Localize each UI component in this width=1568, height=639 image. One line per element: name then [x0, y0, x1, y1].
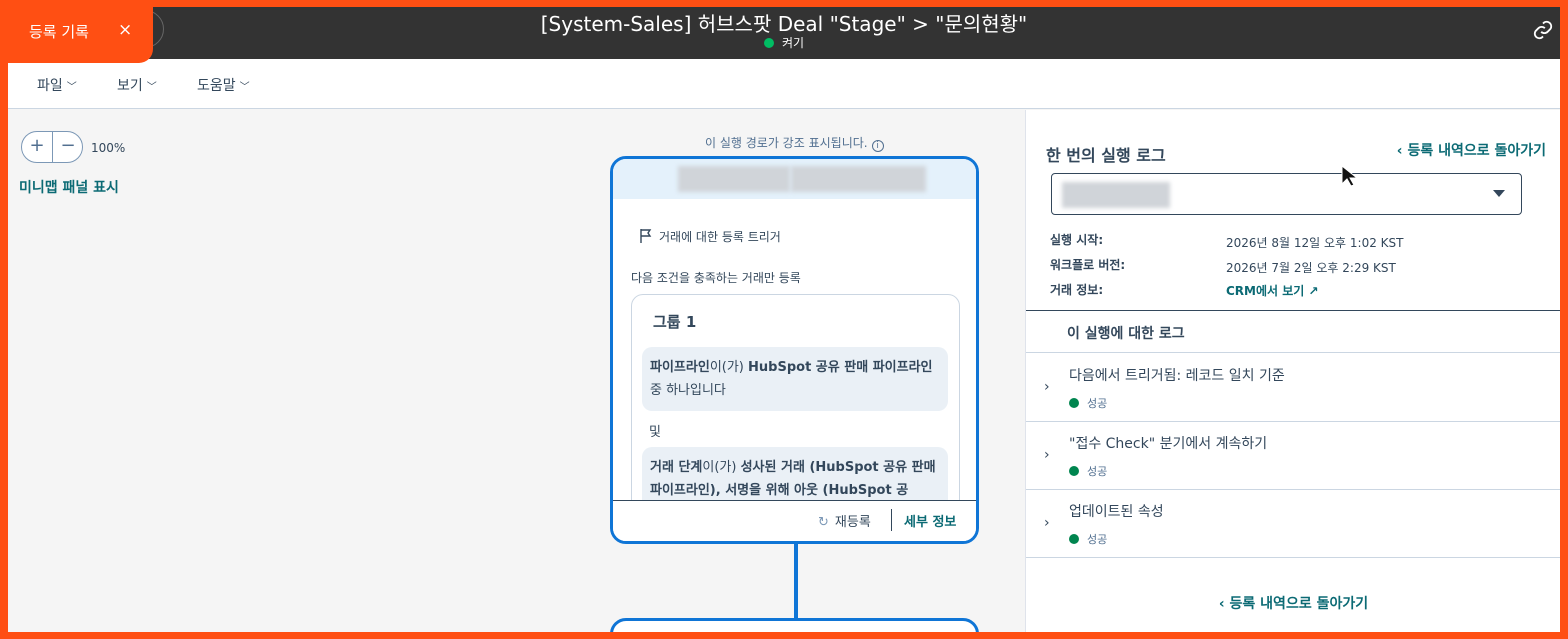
trigger-card[interactable]: 거래에 대한 등록 트리거 다음 조건을 충족하는 거래만 등록 그룹 1 파이…: [610, 156, 979, 544]
log-status: 성공: [1069, 395, 1107, 411]
trigger-text: 거래에 대한 등록 트리거: [659, 230, 781, 244]
chevron-left-icon: ‹: [1396, 143, 1408, 159]
log-title: "접수 Check" 분기에서 계속하기: [1069, 436, 1268, 452]
mouse-cursor-icon: [1341, 165, 1359, 187]
refresh-icon: ↻: [818, 515, 829, 530]
zoom-level: 100%: [91, 141, 126, 155]
workflow-status: 켜기: [8, 34, 1560, 51]
group-title: 그룹 1: [653, 313, 697, 331]
zoom-out-button[interactable]: −: [53, 132, 83, 162]
meta-label: 워크플로 버전:: [1050, 258, 1126, 272]
menu-view-label: 보기: [117, 78, 143, 94]
meta-label: 거래 정보:: [1050, 283, 1104, 297]
crm-link-label: CRM에서 보기: [1226, 284, 1305, 298]
details-button[interactable]: 세부 정보: [904, 511, 956, 530]
filter-property: 거래 단계: [650, 460, 703, 475]
and-label: 및: [649, 425, 661, 440]
external-link-icon: ↗: [1308, 284, 1319, 298]
redacted-block: [1062, 182, 1170, 208]
success-dot-icon: [1069, 466, 1079, 476]
log-status: 성공: [1069, 463, 1107, 479]
menu-bar: 파일 ﹀ 보기 ﹀ 도움말 ﹀: [8, 59, 1560, 109]
condition-description: 다음 조건을 충족하는 거래만 등록: [631, 271, 801, 285]
success-dot-icon: [1069, 534, 1079, 544]
filter-pipeline: 파이프라인이(가) HubSpot 공유 판매 파이프라인 중 하나입니다: [642, 347, 948, 411]
view-in-crm-link[interactable]: CRM에서 보기 ↗: [1226, 282, 1319, 299]
next-action-card[interactable]: [610, 618, 979, 632]
chevron-down-icon: ﹀: [239, 82, 250, 93]
menu-help-label: 도움말: [197, 78, 236, 94]
log-status-label: 성공: [1087, 533, 1108, 546]
log-status-label: 성공: [1087, 465, 1108, 478]
chevron-down-icon: ﹀: [146, 82, 157, 93]
reenroll-button[interactable]: ↻ 재등록: [818, 511, 871, 530]
log-title: 다음에서 트리거됨: 레코드 일치 기준: [1069, 368, 1285, 384]
menu-view[interactable]: 보기 ﹀: [117, 75, 157, 95]
chevron-left-icon: ‹: [1218, 596, 1230, 612]
log-item[interactable]: › 다음에서 트리거됨: 레코드 일치 기준 성공: [1026, 354, 1560, 422]
workflow-canvas[interactable]: + − 100% 미니맵 패널 표시 이 실행 경로가 강조 표시됩니다. i 거…: [8, 110, 1025, 632]
meta-value: 2026년 7월 2일 오후 2:29 KST: [1226, 261, 1396, 275]
path-note-text: 이 실행 경로가 강조 표시됩니다.: [705, 136, 868, 150]
redacted-block: [791, 166, 926, 192]
chevron-right-icon: ›: [1044, 515, 1050, 531]
flag-icon: [640, 229, 652, 243]
reenroll-label: 재등록: [834, 515, 871, 530]
log-header-label: 이 실행에 대한 로그: [1067, 326, 1185, 342]
status-dot-icon: [763, 38, 774, 48]
status-label: 켜기: [781, 36, 805, 50]
meta-value: 2026년 8월 12일 오후 1:02 KST: [1226, 236, 1404, 250]
menu-file-label: 파일: [37, 78, 63, 94]
filter-operator: 이(가): [702, 460, 737, 475]
zoom-control: + −: [21, 131, 83, 163]
execution-log-panel: 한 번의 실행 로그 ‹ 등록 내역으로 돌아가기 실행 시작: 2026년 8…: [1025, 110, 1560, 632]
top-bar: [System-Sales] 허브스팟 Deal "Stage" > "문의현황…: [8, 7, 1560, 59]
record-select[interactable]: [1051, 173, 1522, 215]
log-status: 성공: [1069, 531, 1107, 547]
workflow-title: [System-Sales] 허브스팟 Deal "Stage" > "문의현황…: [540, 12, 1028, 36]
chevron-right-icon: ›: [1044, 379, 1050, 395]
path-highlight-note: 이 실행 경로가 강조 표시됩니다. i: [705, 134, 884, 152]
connector-line: [794, 544, 798, 624]
close-icon[interactable]: ×: [118, 20, 132, 40]
filter-property: 파이프라인: [650, 360, 710, 375]
menu-file[interactable]: 파일 ﹀: [37, 75, 77, 95]
filter-suffix: 중 하나입니다: [650, 383, 726, 398]
zoom-in-button[interactable]: +: [22, 132, 52, 162]
back-to-history-link-bottom[interactable]: ‹ 등록 내역으로 돌아가기: [1026, 593, 1560, 613]
back-to-history-link[interactable]: ‹ 등록 내역으로 돌아가기: [1397, 140, 1546, 160]
enrollment-history-tag: 등록 기록 ×: [0, 0, 153, 63]
log-status-label: 성공: [1087, 397, 1108, 410]
footer-divider: [891, 509, 892, 531]
link-icon[interactable]: [1532, 19, 1554, 41]
log-section-header: 이 실행에 대한 로그: [1026, 310, 1560, 353]
enrollment-history-label: 등록 기록: [29, 23, 89, 41]
menu-help[interactable]: 도움말 ﹀: [197, 75, 250, 95]
card-footer: ↻ 재등록 세부 정보: [613, 500, 976, 541]
card-header: [613, 159, 976, 199]
caret-down-icon: [1493, 190, 1505, 197]
trigger-label: 거래에 대한 등록 트리거: [639, 228, 781, 245]
panel-title: 한 번의 실행 로그: [1046, 146, 1166, 165]
app-frame: [System-Sales] 허브스팟 Deal "Stage" > "문의현황…: [8, 7, 1560, 632]
meta-label: 실행 시작:: [1050, 233, 1104, 247]
minimap-toggle[interactable]: 미니맵 패널 표시: [19, 177, 119, 197]
filter-operator: 이(가): [709, 360, 744, 375]
log-title: 업데이트된 속성: [1069, 504, 1164, 520]
filter-value: HubSpot 공유 판매 파이프라인: [748, 360, 933, 375]
redacted-block: [678, 166, 790, 192]
log-item[interactable]: › "접수 Check" 분기에서 계속하기 성공: [1026, 422, 1560, 490]
back-link-label: 등록 내역으로 돌아가기: [1229, 596, 1369, 612]
success-dot-icon: [1069, 398, 1079, 408]
back-link-label: 등록 내역으로 돌아가기: [1407, 143, 1546, 159]
info-icon[interactable]: i: [871, 140, 884, 152]
chevron-down-icon: ﹀: [66, 82, 77, 93]
chevron-right-icon: ›: [1044, 447, 1050, 463]
log-item[interactable]: › 업데이트된 속성 성공: [1026, 490, 1560, 558]
filter-group: 그룹 1 파이프라인이(가) HubSpot 공유 판매 파이프라인 중 하나입…: [631, 294, 960, 525]
